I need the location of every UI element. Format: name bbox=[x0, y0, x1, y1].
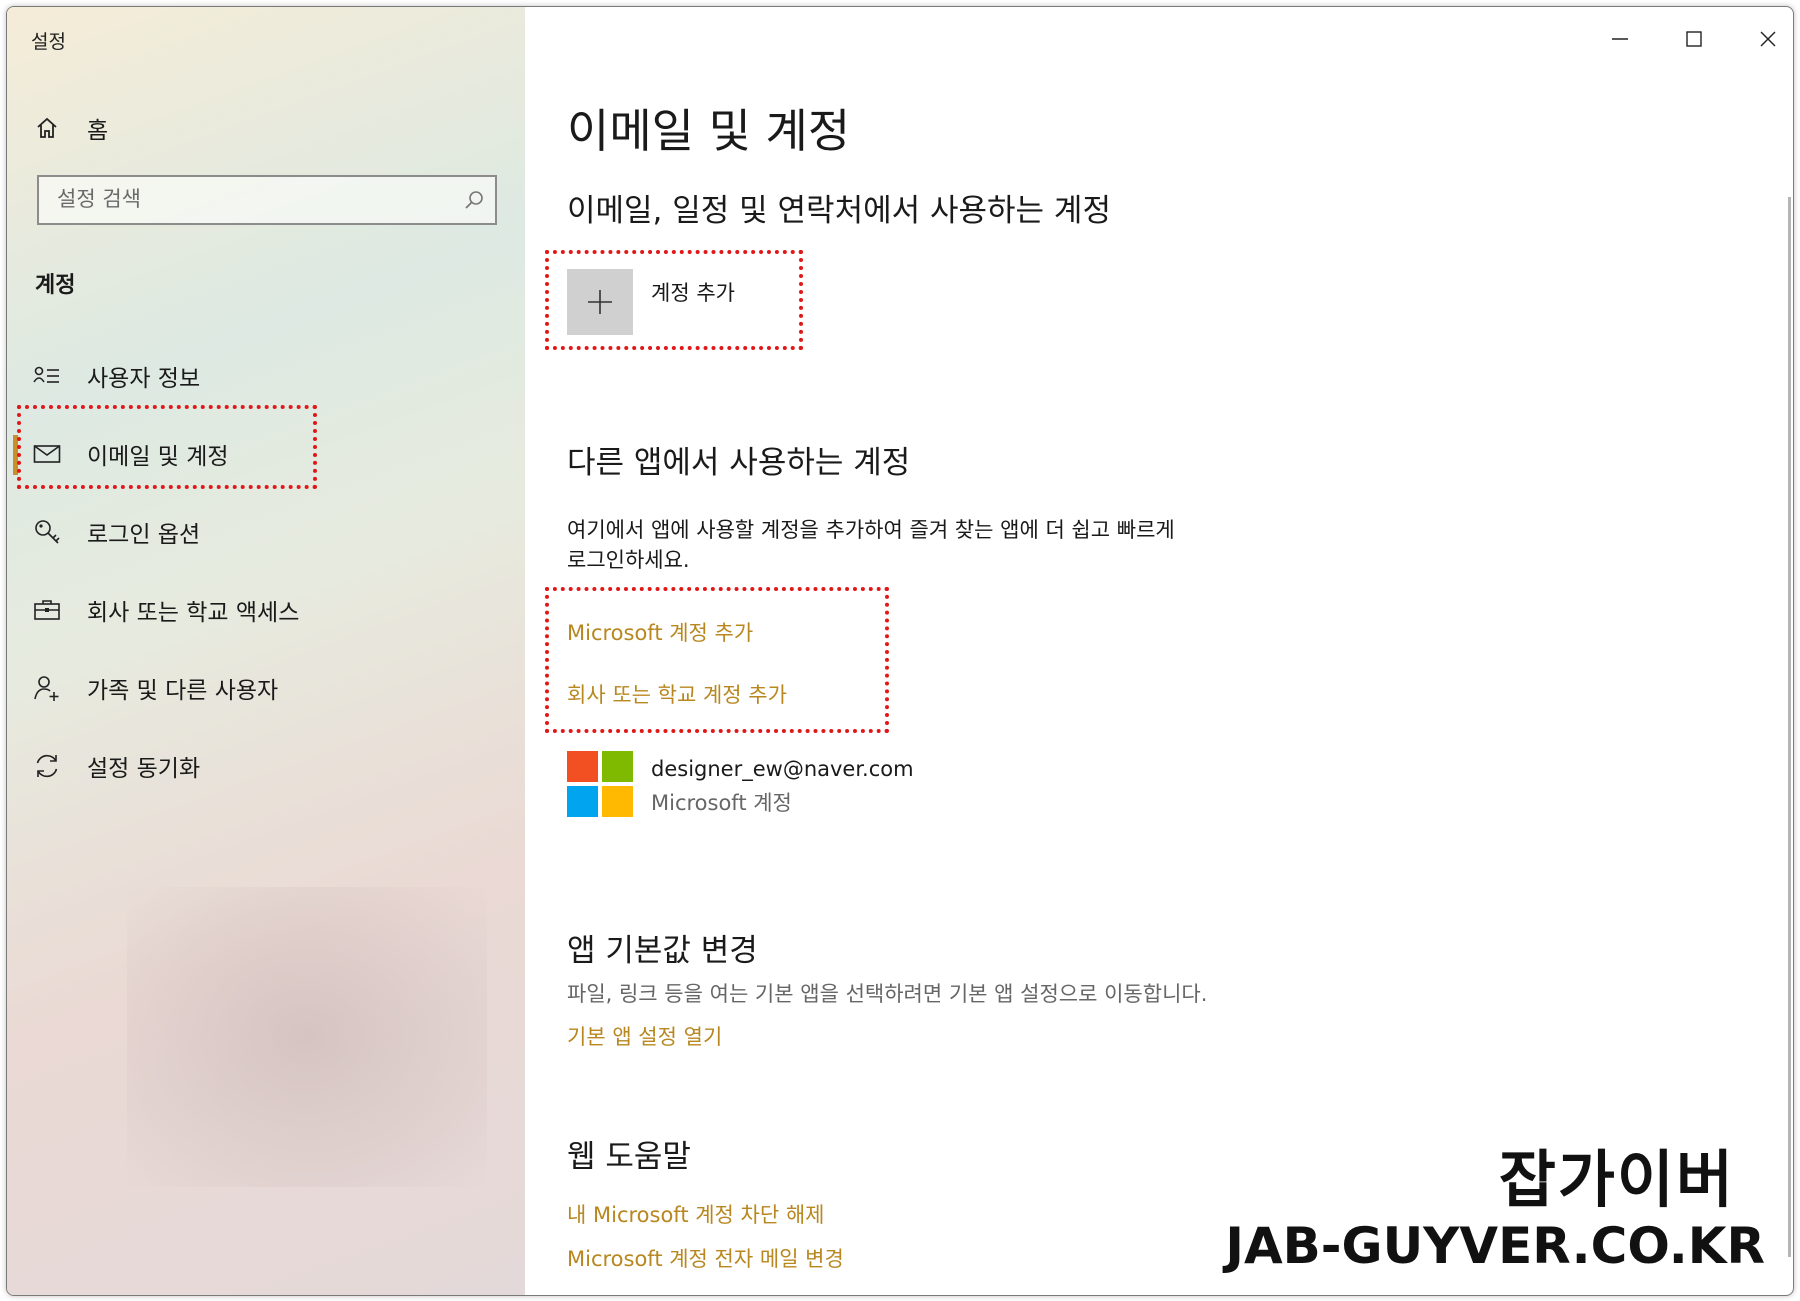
highlight-box-add-links bbox=[545, 587, 889, 733]
sidebar-item-label: 로그인 옵션 bbox=[87, 522, 201, 548]
sidebar-item-label: 가족 및 다른 사용자 bbox=[87, 678, 279, 704]
sidebar-item-user-info[interactable]: 사용자 정보 bbox=[33, 359, 200, 393]
close-icon bbox=[1760, 31, 1776, 47]
briefcase-icon bbox=[33, 596, 61, 624]
search-input[interactable] bbox=[55, 186, 459, 212]
sidebar-item-work-school[interactable]: 회사 또는 학교 액세스 bbox=[33, 593, 299, 627]
unblock-account-link[interactable]: 내 Microsoft 계정 차단 해제 bbox=[567, 1199, 825, 1229]
minimize-icon bbox=[1612, 38, 1628, 40]
web-help-heading: 웹 도움말 bbox=[567, 1139, 691, 1175]
sidebar-item-sync[interactable]: 설정 동기화 bbox=[33, 749, 200, 783]
settings-window: 설정 홈 계정 사용자 정보 이메일 및 계정 bbox=[6, 6, 1794, 1296]
microsoft-logo-icon bbox=[567, 751, 633, 817]
email-section-heading: 이메일, 일정 및 연락처에서 사용하는 계정 bbox=[567, 193, 1111, 229]
search-box[interactable] bbox=[37, 175, 497, 225]
sidebar-item-label: 회사 또는 학교 액세스 bbox=[87, 600, 300, 626]
highlight-box-nav bbox=[17, 405, 317, 489]
other-apps-description: 여기에서 앱에 사용할 계정을 추가하여 즐겨 찾는 앱에 더 쉽고 빠르게 bbox=[567, 518, 1175, 542]
page-title: 이메일 및 계정 bbox=[567, 104, 851, 158]
watermark-url: JAB-GUYVER.CO.KR bbox=[1225, 1217, 1765, 1275]
sidebar: 설정 홈 계정 사용자 정보 이메일 및 계정 bbox=[7, 7, 525, 1295]
home-icon bbox=[33, 114, 61, 142]
sidebar-item-family[interactable]: 가족 및 다른 사용자 bbox=[33, 671, 278, 705]
minimize-button[interactable] bbox=[1595, 19, 1645, 59]
maximize-icon bbox=[1686, 31, 1702, 47]
key-icon bbox=[33, 518, 61, 546]
search-icon[interactable] bbox=[463, 189, 485, 215]
app-defaults-heading: 앱 기본값 변경 bbox=[567, 933, 758, 969]
sidebar-item-sign-in-options[interactable]: 로그인 옵션 bbox=[33, 515, 200, 549]
account-email[interactable]: designer_ew@naver.com bbox=[651, 757, 914, 781]
account-type: Microsoft 계정 bbox=[651, 791, 792, 815]
sidebar-section-title: 계정 bbox=[35, 273, 76, 298]
sync-icon bbox=[33, 752, 61, 780]
change-email-link[interactable]: Microsoft 계정 전자 메일 변경 bbox=[567, 1243, 844, 1273]
user-info-icon bbox=[33, 362, 61, 390]
app-title: 설정 bbox=[31, 31, 66, 53]
sidebar-item-home[interactable]: 홈 bbox=[33, 111, 108, 145]
add-person-icon bbox=[33, 674, 61, 702]
highlight-box-add-account bbox=[545, 250, 803, 350]
app-defaults-description: 파일, 링크 등을 여는 기본 앱을 선택하려면 기본 앱 설정으로 이동합니다… bbox=[567, 982, 1208, 1006]
sidebar-item-label: 홈 bbox=[87, 118, 109, 144]
open-default-apps-link[interactable]: 기본 앱 설정 열기 bbox=[567, 1021, 722, 1051]
other-apps-heading: 다른 앱에서 사용하는 계정 bbox=[567, 445, 911, 481]
scrollbar[interactable] bbox=[1788, 197, 1791, 1257]
sidebar-item-label: 설정 동기화 bbox=[87, 756, 201, 782]
maximize-button[interactable] bbox=[1669, 19, 1719, 59]
sidebar-item-label: 사용자 정보 bbox=[87, 366, 201, 392]
main-pane: 이메일 및 계정 이메일, 일정 및 연락처에서 사용하는 계정 계정 추가 다… bbox=[525, 7, 1793, 1295]
other-apps-description-cont: 로그인하세요. bbox=[567, 548, 690, 572]
watermark-title: 잡가이버 bbox=[1498, 1143, 1735, 1216]
close-button[interactable] bbox=[1743, 19, 1793, 59]
